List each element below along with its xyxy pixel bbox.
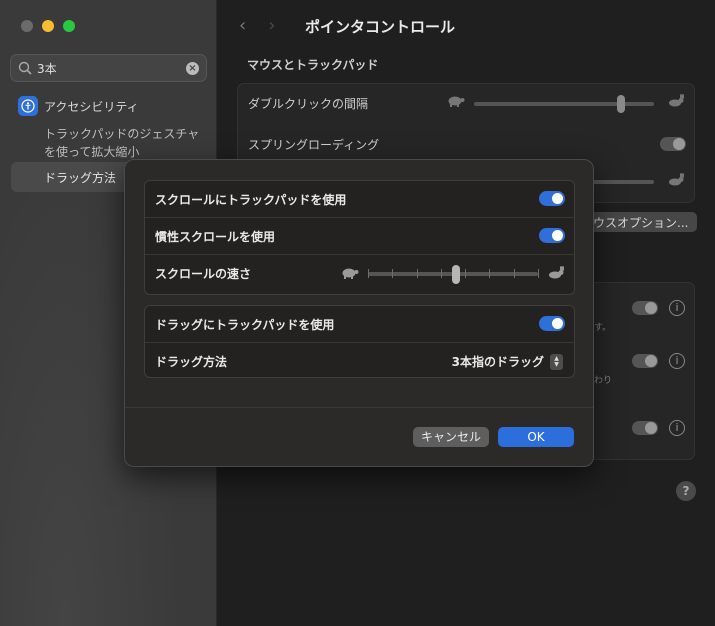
zoom-window-button[interactable] <box>63 20 75 32</box>
inertia-scroll-row: 慣性スクロールを使用 <box>145 218 574 255</box>
scroll-with-trackpad-label: スクロールにトラックパッドを使用 <box>155 192 347 207</box>
option-toggle[interactable] <box>632 354 658 368</box>
updown-chevron-icon: ▲ ▼ <box>550 353 563 370</box>
rabbit-icon <box>549 266 564 279</box>
rabbit-icon <box>669 94 684 107</box>
nav-buttons: ‹ › <box>239 15 275 36</box>
search-icon <box>18 61 32 75</box>
cancel-button[interactable]: キャンセル <box>413 427 489 447</box>
slider-tick <box>392 269 394 278</box>
turtle-icon <box>342 268 359 279</box>
slider-tick <box>416 269 418 278</box>
info-icon[interactable]: i <box>669 300 685 316</box>
double-click-slider-track <box>474 102 654 106</box>
slider-tick <box>440 269 442 278</box>
mouse-options-button[interactable]: ウスオプション... <box>589 212 697 232</box>
drag-method-label: ドラッグ方法 <box>155 355 228 369</box>
drag-method-value: 3本指のドラッグ <box>451 355 544 369</box>
sidebar-item-accessibility[interactable]: アクセシビリティ <box>18 96 139 116</box>
scroll-speed-row: スクロールの速さ <box>145 255 574 292</box>
drag-options-group: ドラッグにトラックパッドを使用 ドラッグ方法 3本指のドラッグ ▲ ▼ <box>144 305 575 378</box>
slider-tick <box>465 269 467 278</box>
slider-tick <box>538 269 539 278</box>
search-field[interactable]: × <box>10 54 207 82</box>
sidebar-item-label: ドラッグ方法 <box>44 171 117 185</box>
double-click-label: ダブルクリックの間隔 <box>248 97 369 111</box>
accessibility-icon <box>18 96 38 116</box>
spring-loading-label: スプリングローディング <box>248 138 380 152</box>
section-title: マウスとトラックパッド <box>247 58 379 72</box>
turtle-icon <box>448 96 465 107</box>
scroll-with-trackpad-toggle[interactable] <box>539 191 565 206</box>
double-click-slider[interactable] <box>617 95 625 113</box>
scroll-speed-label: スクロールの速さ <box>155 267 252 281</box>
scroll-with-trackpad-row: スクロールにトラックパッドを使用 <box>145 181 574 218</box>
slider-tick <box>513 269 515 278</box>
info-icon[interactable]: i <box>669 353 685 369</box>
sheet-divider <box>125 407 593 408</box>
drag-with-trackpad-label: ドラッグにトラックパッドを使用 <box>155 317 335 332</box>
spring-speed-slider-track <box>593 180 654 184</box>
clear-search-icon[interactable]: × <box>186 62 199 75</box>
option-note: す。 <box>594 323 612 333</box>
forward-chevron-icon[interactable]: › <box>268 15 275 36</box>
trackpad-options-sheet: スクロールにトラックパッドを使用 慣性スクロールを使用 スクロールの速さ ドラッ… <box>124 159 594 467</box>
option-toggle[interactable] <box>632 301 658 315</box>
inertia-scroll-label: 慣性スクロールを使用 <box>155 229 276 244</box>
info-icon[interactable]: i <box>669 420 685 436</box>
search-input[interactable] <box>37 59 187 77</box>
rabbit-icon <box>669 173 684 186</box>
window-controls <box>21 20 75 32</box>
drag-with-trackpad-row: ドラッグにトラックパッドを使用 <box>145 306 574 343</box>
page-title: ポインタコントロール <box>305 18 456 36</box>
sidebar-item-label: アクセシビリティ <box>44 99 139 114</box>
scroll-speed-slider[interactable] <box>340 261 566 287</box>
inertia-scroll-toggle[interactable] <box>539 228 565 243</box>
drag-with-trackpad-toggle[interactable] <box>539 316 565 331</box>
slider-knob[interactable] <box>452 265 461 284</box>
help-icon[interactable]: ? <box>676 481 696 501</box>
drag-method-select[interactable]: 3本指のドラッグ ▲ ▼ <box>452 353 563 370</box>
close-window-button[interactable] <box>21 20 33 32</box>
option-note: わり <box>594 376 613 386</box>
drag-method-row: ドラッグ方法 3本指のドラッグ ▲ ▼ <box>145 343 574 380</box>
minimize-window-button[interactable] <box>42 20 54 32</box>
scroll-options-group: スクロールにトラックパッドを使用 慣性スクロールを使用 スクロールの速さ <box>144 180 575 295</box>
spring-loading-toggle[interactable] <box>660 137 686 151</box>
back-chevron-icon[interactable]: ‹ <box>239 15 246 36</box>
sidebar-subitem-gesture-zoom[interactable]: トラックパッドのジェスチャを使って拡大縮小 <box>44 125 204 161</box>
slider-tick <box>368 269 369 278</box>
slider-tick <box>489 269 491 278</box>
option-toggle[interactable] <box>632 421 658 435</box>
ok-button[interactable]: OK <box>498 427 574 447</box>
